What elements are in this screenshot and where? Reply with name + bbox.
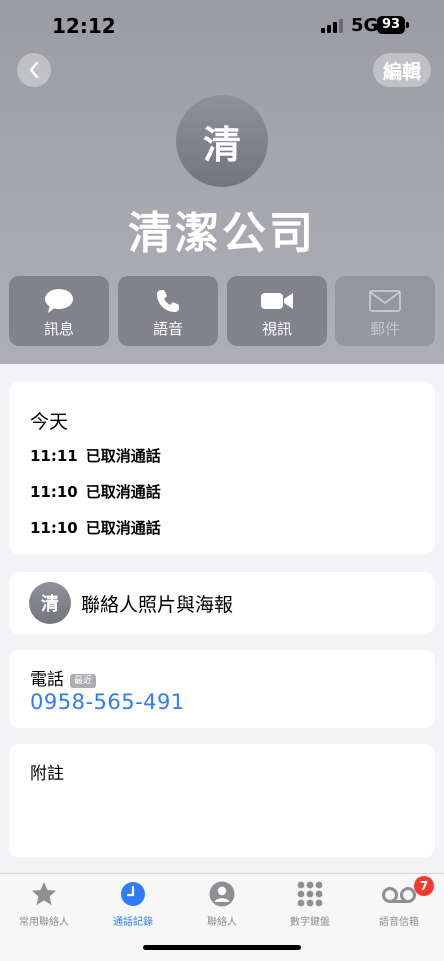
call-time: 11:11 [30, 447, 78, 465]
call-time: 11:10 [30, 519, 78, 537]
keypad-icon [297, 881, 323, 907]
edit-button[interactable]: 編輯 [373, 53, 431, 87]
tab-keypad[interactable]: 數字鍵盤 [266, 878, 354, 928]
action-buttons: 訊息 語音 視訊 郵件 [9, 276, 435, 346]
video-call-button[interactable]: 視訊 [227, 276, 327, 346]
person-icon [209, 881, 235, 907]
tab-favorites[interactable]: 常用聯絡人 [0, 878, 88, 928]
voicemail-badge: 7 [414, 876, 434, 896]
battery-tip [406, 22, 409, 28]
status-time: 12:12 [52, 14, 116, 38]
battery-icon: 93 [377, 16, 405, 34]
star-icon [32, 882, 56, 905]
voice-call-button[interactable]: 語音 [118, 276, 218, 346]
contact-name: 清潔公司 [128, 208, 316, 259]
poster-avatar: 清 [29, 582, 71, 624]
tab-label: 通話記錄 [113, 917, 153, 928]
mail-label: 郵件 [369, 320, 400, 338]
tab-recents[interactable]: 通話記錄 [89, 878, 177, 928]
status-bar: 12:12 5G 93 [0, 0, 444, 50]
home-indicator[interactable] [143, 945, 301, 950]
phone-card: 電話 最近 0958-565-491 [9, 650, 435, 728]
voicemail-icon [382, 887, 416, 903]
phone-number-link[interactable]: 0958-565-491 [30, 690, 185, 714]
phone-label-row: 電話 最近 [30, 665, 97, 690]
tab-label: 數字鍵盤 [290, 917, 330, 928]
tab-label: 常用聯絡人 [19, 917, 69, 928]
call-status: 已取消通話 [85, 447, 161, 465]
call-status: 已取消通話 [85, 483, 161, 501]
call-row: 11:11 已取消通話 [30, 445, 161, 466]
contact-avatar: 清 [176, 95, 268, 187]
mail-button[interactable]: 郵件 [335, 276, 435, 346]
recent-badge: 最近 [70, 674, 97, 688]
voice-call-label: 語音 [152, 320, 183, 338]
mail-icon [369, 290, 401, 312]
video-icon [261, 293, 293, 309]
notes-card[interactable]: 附註 [9, 744, 435, 857]
recent-calls-date: 今天 [30, 411, 69, 433]
video-call-label: 視訊 [261, 320, 292, 338]
network-type: 5G [351, 15, 379, 36]
call-row: 11:10 已取消通話 [30, 481, 161, 502]
chevron-left-icon [29, 61, 39, 79]
battery-level: 93 [381, 17, 401, 32]
contact-poster-label: 聯絡人照片與海報 [81, 593, 234, 616]
notes-label: 附註 [30, 764, 64, 784]
tab-contacts[interactable]: 聯絡人 [178, 878, 266, 928]
signal-icon [321, 19, 345, 33]
message-label: 訊息 [43, 320, 74, 338]
contact-header: 12:12 5G 93 編輯 清 清潔公司 訊息 語音 視訊 郵件 [0, 0, 444, 364]
clock-icon [121, 882, 145, 906]
back-button[interactable] [17, 53, 51, 87]
message-button[interactable]: 訊息 [9, 276, 109, 346]
phone-icon [157, 290, 179, 312]
recent-calls-card: 今天 11:11 已取消通話 11:10 已取消通話 11:10 已取消通話 [9, 382, 435, 554]
call-time: 11:10 [30, 483, 78, 501]
tab-label: 聯絡人 [207, 917, 237, 928]
message-icon [45, 289, 73, 313]
call-status: 已取消通話 [85, 519, 161, 537]
phone-label: 電話 [30, 670, 64, 690]
tab-label: 語音信箱 [379, 917, 419, 928]
contact-poster-card[interactable]: 清 聯絡人照片與海報 [9, 572, 435, 634]
call-row: 11:10 已取消通話 [30, 517, 161, 538]
